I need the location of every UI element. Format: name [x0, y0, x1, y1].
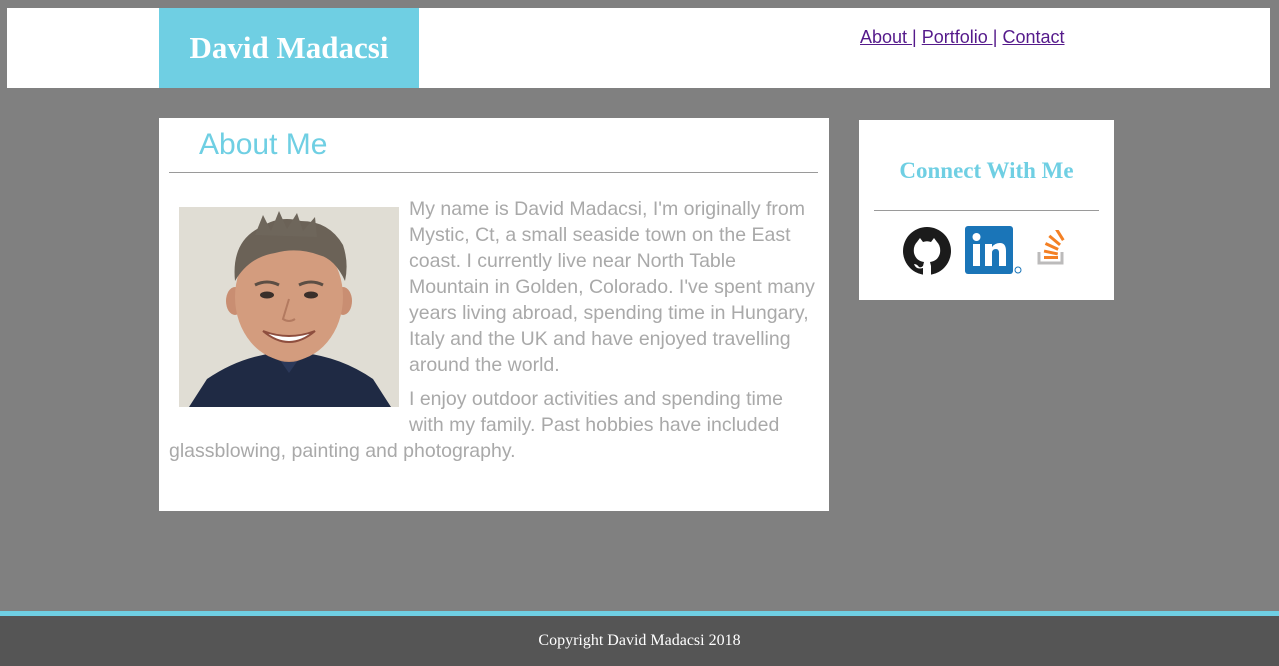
main-nav: About | Portfolio | Contact [860, 27, 1065, 48]
site-footer: Copyright David Madacsi 2018 [0, 616, 1279, 666]
nav-link-portfolio[interactable]: Portfolio | [922, 27, 998, 47]
github-icon[interactable] [902, 226, 952, 281]
linkedin-icon[interactable] [965, 226, 1023, 281]
stackoverflow-icon[interactable] [1037, 227, 1067, 271]
about-card: About Me My name is David Madacsi, I'm o… [159, 118, 829, 511]
connect-card: Connect With Me [859, 120, 1114, 300]
about-divider [169, 172, 818, 173]
nav-link-about[interactable]: About | [860, 27, 917, 47]
nav-link-contact[interactable]: Contact [1002, 27, 1064, 47]
site-header: David Madacsi About | Portfolio | Contac… [7, 8, 1270, 88]
site-brand[interactable]: David Madacsi [159, 8, 419, 88]
connect-title: Connect With Me [899, 158, 1074, 183]
about-title: About Me [199, 128, 328, 161]
portrait-photo [179, 207, 399, 407]
connect-divider [874, 210, 1099, 211]
about-body: My name is David Madacsi, I'm originally… [169, 196, 821, 472]
footer-copyright: Copyright David Madacsi 2018 [538, 632, 741, 649]
